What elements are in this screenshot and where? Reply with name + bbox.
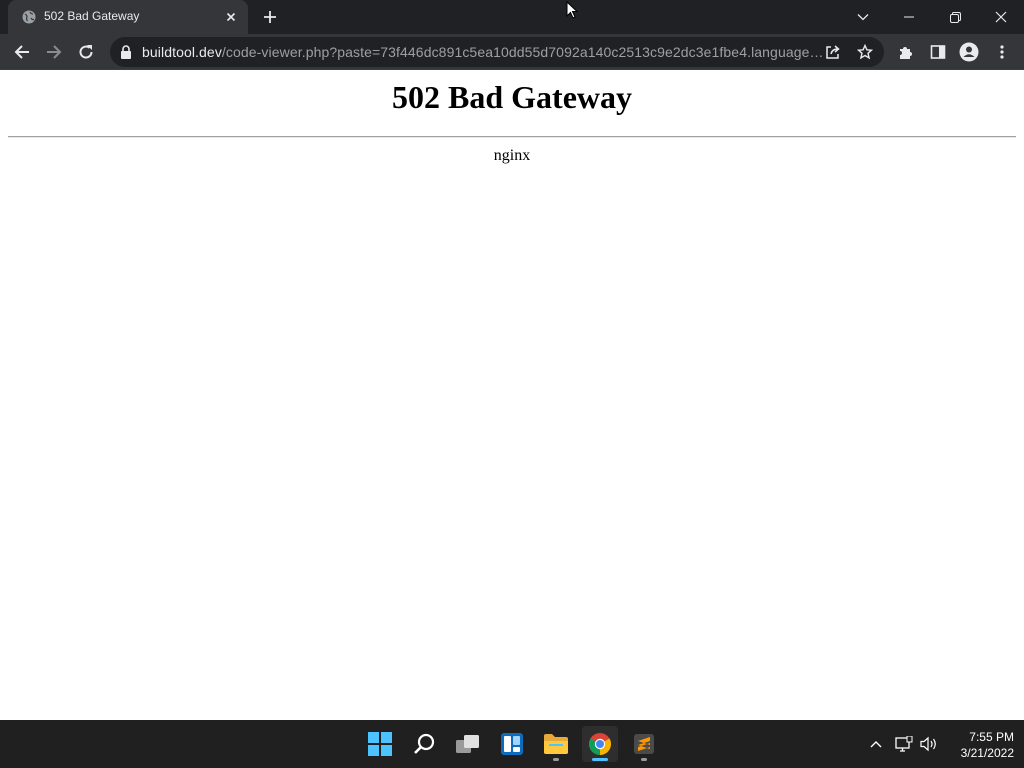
clock-time: 7:55 PM bbox=[969, 730, 1014, 744]
new-tab-icon[interactable] bbox=[262, 9, 278, 25]
menu-button[interactable] bbox=[990, 40, 1014, 64]
star-icon bbox=[857, 44, 873, 60]
start-button[interactable] bbox=[362, 726, 398, 762]
avatar-icon bbox=[959, 42, 979, 62]
url-text[interactable]: buildtool.dev/code-viewer.php?paste=73f4… bbox=[142, 44, 824, 60]
taskbar: 7:55 PM 3/21/2022 bbox=[0, 720, 1024, 768]
chevron-up-icon bbox=[870, 741, 882, 748]
restore-icon bbox=[949, 11, 961, 23]
more-vertical-icon bbox=[1000, 45, 1004, 59]
side-panel-icon bbox=[930, 45, 946, 59]
network-button[interactable] bbox=[893, 734, 915, 754]
chrome-icon bbox=[589, 733, 611, 755]
close-icon bbox=[995, 11, 1007, 23]
show-hidden-icons-button[interactable] bbox=[865, 734, 887, 754]
chrome-button[interactable] bbox=[582, 726, 618, 762]
tab-title: 502 Bad Gateway bbox=[44, 9, 140, 23]
bookmark-button[interactable] bbox=[856, 43, 874, 61]
mouse-cursor-icon bbox=[566, 1, 578, 19]
minimize-icon bbox=[904, 16, 914, 18]
horizontal-rule bbox=[8, 136, 1016, 138]
active-indicator bbox=[592, 758, 608, 761]
running-indicator bbox=[641, 758, 647, 761]
arrow-right-icon bbox=[47, 45, 62, 59]
minimize-button[interactable] bbox=[886, 0, 932, 34]
share-icon bbox=[826, 45, 840, 59]
search-button[interactable] bbox=[406, 726, 442, 762]
puzzle-icon bbox=[900, 47, 912, 59]
error-heading: 502 Bad Gateway bbox=[392, 79, 632, 115]
windows-logo-icon bbox=[368, 732, 392, 756]
search-icon bbox=[414, 733, 435, 754]
arrow-left-icon bbox=[14, 45, 29, 59]
sublime-text-icon bbox=[634, 734, 654, 754]
share-button[interactable] bbox=[824, 43, 842, 61]
url-path: /code-viewer.php?paste=73f446dc891c5ea10… bbox=[221, 44, 824, 60]
widgets-button[interactable] bbox=[494, 726, 530, 762]
url-host: buildtool.dev bbox=[142, 44, 222, 60]
forward-button[interactable] bbox=[42, 40, 66, 64]
browser-tab[interactable]: 502 Bad Gateway bbox=[8, 0, 248, 34]
tab-search-button[interactable] bbox=[840, 0, 886, 34]
clock-date: 3/21/2022 bbox=[960, 746, 1014, 760]
page-content: 502 Bad Gateway nginx bbox=[0, 71, 1024, 720]
speaker-icon bbox=[920, 736, 936, 752]
file-explorer-button[interactable] bbox=[538, 726, 574, 762]
close-tab-icon[interactable] bbox=[224, 10, 238, 24]
browser-titlebar: 502 Bad Gateway bbox=[0, 0, 1024, 34]
network-icon bbox=[895, 736, 913, 752]
side-panel-button[interactable] bbox=[926, 40, 950, 64]
folder-icon bbox=[544, 734, 568, 754]
close-window-button[interactable] bbox=[978, 0, 1024, 34]
lock-icon[interactable] bbox=[120, 45, 132, 59]
task-view-button[interactable] bbox=[450, 726, 486, 762]
chevron-down-icon bbox=[857, 14, 869, 21]
server-name: nginx bbox=[493, 147, 531, 164]
reload-button[interactable] bbox=[74, 40, 98, 64]
volume-button[interactable] bbox=[918, 734, 940, 754]
system-clock[interactable]: 7:55 PM 3/21/2022 bbox=[944, 729, 1014, 761]
task-view-icon bbox=[456, 735, 479, 753]
back-button[interactable] bbox=[10, 40, 34, 64]
reload-icon bbox=[79, 45, 93, 59]
sublime-text-button[interactable] bbox=[626, 726, 662, 762]
address-bar[interactable]: buildtool.dev/code-viewer.php?paste=73f4… bbox=[110, 37, 884, 67]
globe-icon bbox=[22, 10, 36, 24]
restore-button[interactable] bbox=[932, 0, 978, 34]
profile-button[interactable] bbox=[957, 40, 981, 64]
browser-toolbar: buildtool.dev/code-viewer.php?paste=73f4… bbox=[0, 34, 1024, 70]
widgets-icon bbox=[501, 733, 523, 755]
running-indicator bbox=[553, 758, 559, 761]
extensions-button[interactable] bbox=[894, 40, 918, 64]
